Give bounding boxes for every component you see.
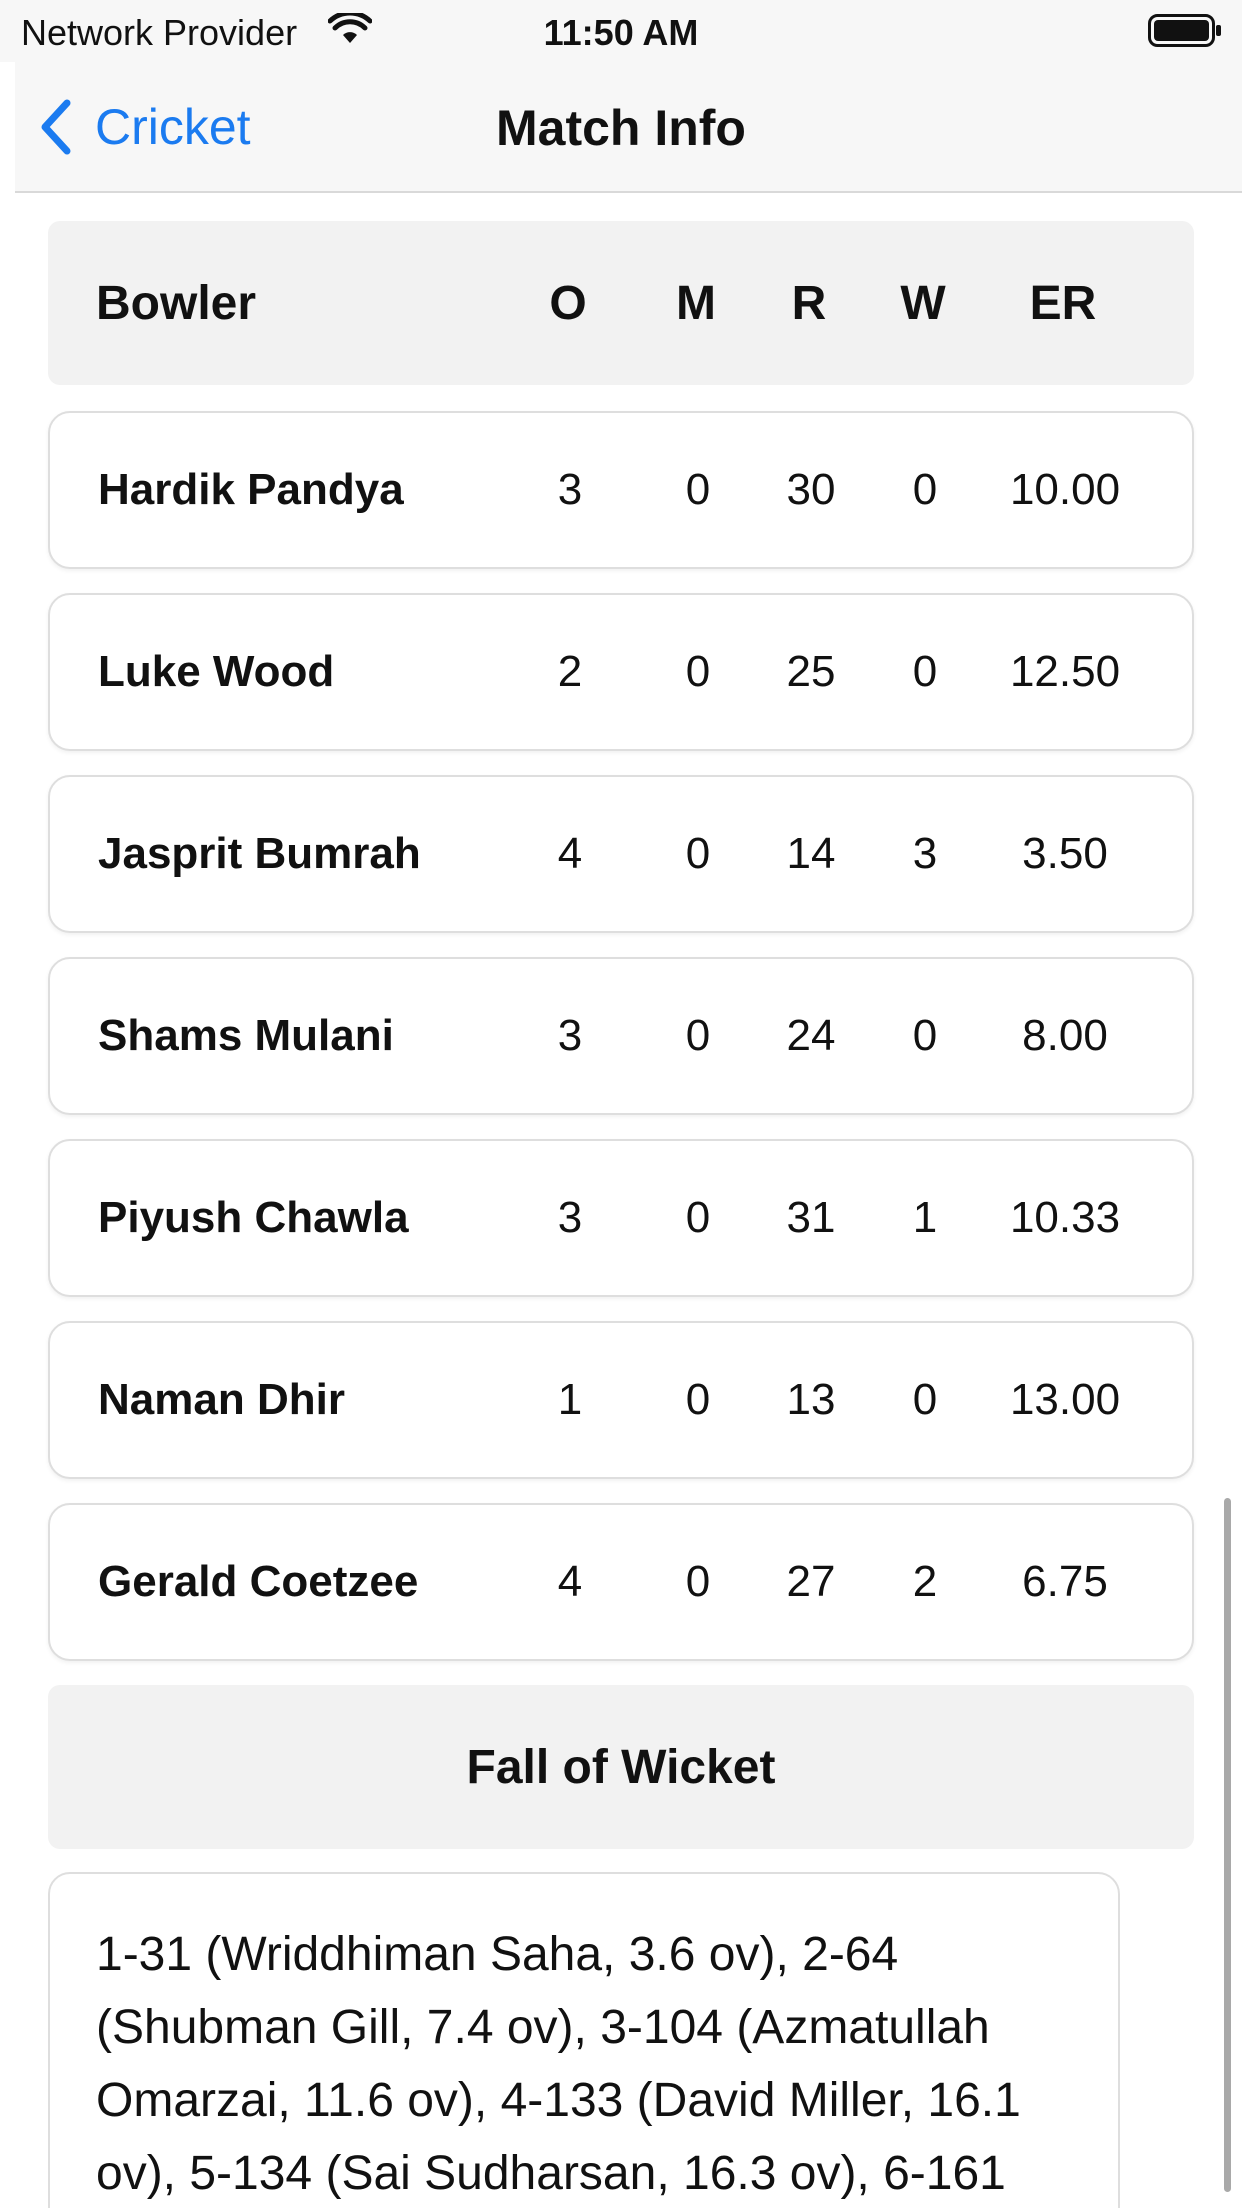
bowler-economy: 12.50 bbox=[1009, 647, 1121, 696]
bowler-wickets: 0 bbox=[912, 647, 938, 696]
bowler-economy: 10.33 bbox=[1009, 1193, 1121, 1242]
bowler-overs: 4 bbox=[557, 829, 583, 878]
bowler-economy: 6.75 bbox=[1022, 1557, 1108, 1606]
match-info-screen: Network Provider 11:50 AM Cricket Match … bbox=[0, 0, 1242, 2208]
bowler-overs: 3 bbox=[557, 1011, 583, 1060]
header-maidens: M bbox=[676, 276, 716, 330]
bowler-wickets: 0 bbox=[912, 1011, 938, 1060]
header-wickets: W bbox=[900, 276, 946, 330]
bowler-overs: 1 bbox=[557, 1375, 583, 1424]
bowler-runs: 25 bbox=[786, 647, 836, 696]
navigation-bar: Cricket Match Info bbox=[15, 62, 1242, 193]
fall-of-wicket-header: Fall of Wicket bbox=[48, 1685, 1194, 1849]
bowler-name: Gerald Coetzee bbox=[98, 1557, 419, 1606]
bowler-runs: 27 bbox=[786, 1557, 836, 1606]
bowler-wickets: 2 bbox=[912, 1557, 938, 1606]
bowler-runs: 31 bbox=[786, 1193, 836, 1242]
bowler-maidens: 0 bbox=[685, 1557, 711, 1606]
bowler-wickets: 0 bbox=[912, 1375, 938, 1424]
bowler-overs: 2 bbox=[557, 647, 583, 696]
bowler-row[interactable]: Piyush Chawla 3 0 31 1 10.33 bbox=[48, 1139, 1194, 1297]
header-bowler: Bowler bbox=[96, 276, 257, 330]
battery-icon bbox=[1148, 14, 1221, 47]
bowler-maidens: 0 bbox=[685, 1193, 711, 1242]
bowler-row[interactable]: Jasprit Bumrah 4 0 14 3 3.50 bbox=[48, 775, 1194, 933]
bowler-row[interactable]: Gerald Coetzee 4 0 27 2 6.75 bbox=[48, 1503, 1194, 1661]
bowler-maidens: 0 bbox=[685, 1375, 711, 1424]
bowler-name: Naman Dhir bbox=[98, 1375, 345, 1424]
scroll-indicator[interactable] bbox=[1224, 1498, 1231, 2192]
bowler-row[interactable]: Luke Wood 2 0 25 0 12.50 bbox=[48, 593, 1194, 751]
bowler-runs: 24 bbox=[786, 1011, 836, 1060]
bowler-wickets: 1 bbox=[912, 1193, 938, 1242]
page-title: Match Info bbox=[496, 100, 746, 156]
bowler-maidens: 0 bbox=[685, 829, 711, 878]
bowler-maidens: 0 bbox=[685, 1011, 711, 1060]
bowling-table-header: Bowler O M R W ER bbox=[48, 221, 1194, 385]
bowler-wickets: 3 bbox=[912, 829, 938, 878]
bowler-economy: 13.00 bbox=[1009, 1375, 1121, 1424]
bowler-row[interactable]: Hardik Pandya 3 0 30 0 10.00 bbox=[48, 411, 1194, 569]
bowler-runs: 30 bbox=[786, 465, 836, 514]
header-runs: R bbox=[791, 276, 827, 330]
bowler-overs: 3 bbox=[557, 1193, 583, 1242]
bowler-economy: 10.00 bbox=[1009, 465, 1121, 514]
bowler-name: Shams Mulani bbox=[98, 1011, 394, 1060]
bowler-maidens: 0 bbox=[685, 465, 711, 514]
bowler-overs: 3 bbox=[557, 465, 583, 514]
status-bar: Network Provider 11:50 AM bbox=[0, 0, 1242, 62]
scroll-content[interactable]: Bowler O M R W ER Hardik Pandya 3 0 30 0… bbox=[0, 195, 1242, 2208]
bowler-economy: 8.00 bbox=[1022, 1011, 1108, 1060]
bowler-economy: 3.50 bbox=[1022, 829, 1108, 878]
bowler-name: Luke Wood bbox=[98, 647, 335, 696]
bowler-maidens: 0 bbox=[685, 647, 711, 696]
bowler-name: Piyush Chawla bbox=[98, 1193, 409, 1242]
bowler-runs: 14 bbox=[786, 829, 836, 878]
bowler-name: Jasprit Bumrah bbox=[98, 829, 421, 878]
header-overs: O bbox=[549, 276, 587, 330]
status-time: 11:50 AM bbox=[543, 12, 699, 53]
bowler-row[interactable]: Shams Mulani 3 0 24 0 8.00 bbox=[48, 957, 1194, 1115]
header-economy: ER bbox=[1029, 276, 1097, 330]
fall-of-wicket-text: 1-31 (Wriddhiman Saha, 3.6 ov), 2-64 (Sh… bbox=[48, 1872, 1120, 2208]
bowler-overs: 4 bbox=[557, 1557, 583, 1606]
bowler-wickets: 0 bbox=[912, 465, 938, 514]
bowler-name: Hardik Pandya bbox=[98, 465, 404, 514]
bowler-row[interactable]: Naman Dhir 1 0 13 0 13.00 bbox=[48, 1321, 1194, 1479]
bowler-runs: 13 bbox=[786, 1375, 836, 1424]
